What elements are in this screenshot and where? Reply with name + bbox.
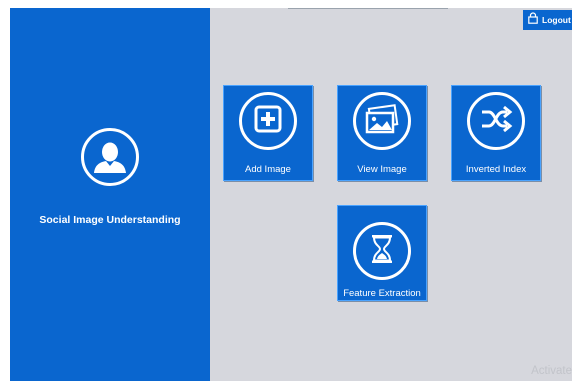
lock-icon: [528, 11, 538, 29]
feature-extraction-ring: [353, 222, 411, 280]
shuffle-icon: [479, 104, 513, 139]
plus-icon: [253, 104, 283, 139]
feature-extraction-label: Feature Extraction: [343, 288, 421, 299]
view-image-tile[interactable]: View Image: [337, 85, 427, 181]
hourglass-icon: [369, 233, 395, 270]
view-image-ring: [353, 92, 411, 150]
app-window: Social Image Understanding Logout Add Im…: [10, 8, 572, 381]
inverted-index-label: Inverted Index: [465, 164, 527, 175]
inverted-index-ring: [467, 92, 525, 150]
activation-watermark: Activate: [531, 365, 572, 377]
app-title: Social Image Understanding: [39, 214, 181, 226]
logout-button[interactable]: Logout: [523, 10, 572, 30]
feature-extraction-tile[interactable]: Feature Extraction: [337, 205, 427, 301]
logout-label: Logout: [542, 15, 571, 25]
add-image-ring: [239, 92, 297, 150]
view-image-label: View Image: [357, 164, 407, 175]
sidebar-panel: Social Image Understanding: [10, 8, 210, 381]
user-icon: [81, 128, 139, 186]
inverted-index-tile[interactable]: Inverted Index: [451, 85, 541, 181]
add-image-tile[interactable]: Add Image: [223, 85, 313, 181]
top-divider: [288, 8, 448, 10]
add-image-label: Add Image: [245, 164, 291, 175]
images-icon: [365, 103, 399, 139]
